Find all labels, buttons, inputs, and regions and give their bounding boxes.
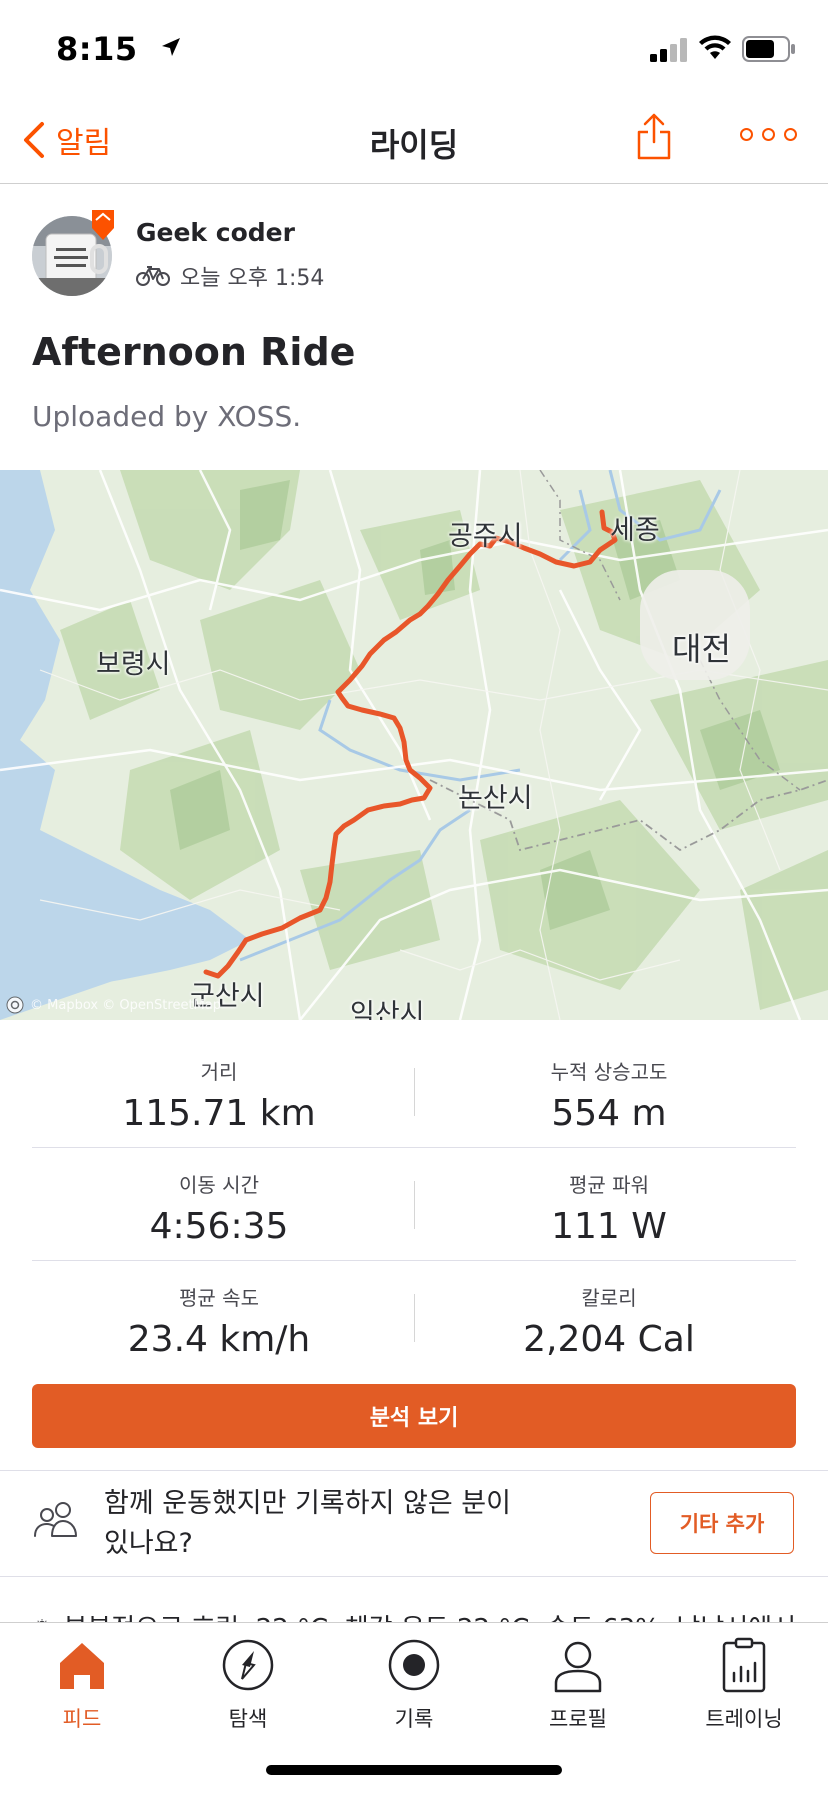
map-label-iksan: 익산시 [350,999,425,1020]
stat-divider [414,1068,415,1116]
compass-icon [222,1639,274,1691]
athlete-name[interactable]: Geek coder [136,218,295,247]
group-people-icon [34,1502,77,1537]
tab-label: 기록 [394,1707,434,1731]
stat-divider [414,1181,415,1229]
stat-value: 2,204 Cal [523,1319,695,1360]
cellular-signal-icon [650,38,687,62]
tab-feed[interactable]: 피드 [12,1637,152,1733]
stat-value: 115.71 km [122,1093,316,1134]
map-label-nonsan: 논산시 [458,783,533,814]
stat-row-divider [32,1147,796,1148]
stat-distance: 거리 115.71 km [54,1056,384,1134]
stat-moving-time: 이동 시간 4:56:35 [54,1169,384,1247]
mapbox-logo-icon [6,996,24,1014]
tab-profile[interactable]: 프로필 [508,1637,648,1733]
map-label-boryeong: 보령시 [96,649,171,680]
map-canvas [0,470,828,1020]
location-arrow-icon [162,38,180,56]
stat-value: 4:56:35 [149,1206,289,1247]
share-icon[interactable] [636,112,672,160]
activity-meta: 오늘 오후 1:54 [136,260,324,292]
record-icon [388,1639,440,1691]
bike-icon [136,266,170,286]
map-attribution[interactable]: © Mapbox © OpenStreetMap [6,996,221,1014]
more-dot [740,128,753,141]
stat-elevation: 누적 상승고도 554 m [444,1056,774,1134]
map-label-daejeon: 대전 [672,630,731,668]
training-icon [722,1637,766,1693]
home-indicator[interactable] [266,1765,562,1775]
stat-value: 23.4 km/h [127,1319,311,1360]
stat-label: 누적 상승고도 [550,1060,668,1084]
stat-label: 평균 속도 [179,1286,259,1310]
page-title: 라이딩 [369,126,459,164]
subscriber-badge-icon [92,210,114,240]
more-options-button[interactable] [740,128,797,141]
tab-label: 탐색 [228,1707,268,1731]
stat-label: 평균 파워 [569,1173,649,1197]
activity-description: Uploaded by XOSS. [32,400,302,433]
nav-divider [0,183,828,184]
section-divider [0,1470,828,1471]
profile-icon [554,1641,602,1693]
section-divider [0,1576,828,1577]
route-map[interactable]: 공주시 세종 보령시 대전 논산시 군산시 익산시 © Mapbox © Ope… [0,470,828,1020]
map-label-gongju: 공주시 [448,521,523,552]
map-label-sejong: 세종 [610,515,660,546]
tab-label: 프로필 [549,1707,607,1731]
stat-divider [414,1294,415,1342]
add-others-button[interactable]: 기타 추가 [650,1492,794,1554]
map-attribution-text: © Mapbox © OpenStreetMap [30,997,221,1013]
stat-label: 칼로리 [581,1286,637,1310]
stat-value: 111 W [551,1206,667,1247]
stat-label: 이동 시간 [179,1173,259,1197]
view-analysis-button[interactable]: 분석 보기 [32,1384,796,1448]
stat-calories: 칼로리 2,204 Cal [444,1282,774,1360]
activity-title: Afternoon Ride [32,330,356,374]
group-prompt-text: 함께 운동했지만 기록하지 않은 분이 있나요? [104,1488,511,1559]
stat-avg-speed: 평균 속도 23.4 km/h [54,1282,384,1360]
tab-training[interactable]: 트레이닝 [674,1637,814,1733]
tab-label: 피드 [62,1707,102,1731]
stat-value: 554 m [551,1093,667,1134]
battery-icon [742,36,795,62]
home-icon [60,1643,104,1689]
stat-label: 거리 [200,1060,238,1084]
more-dot [762,128,775,141]
more-dot [784,128,797,141]
tab-record[interactable]: 기록 [344,1637,484,1733]
stat-avg-power: 평균 파워 111 W [444,1169,774,1247]
activity-time: 오늘 오후 1:54 [180,266,325,291]
wifi-icon [699,35,731,59]
stat-row-divider [32,1260,796,1261]
tab-label: 트레이닝 [705,1707,783,1731]
status-time: 8:15 [56,30,138,68]
tab-explore[interactable]: 탐색 [178,1637,318,1733]
